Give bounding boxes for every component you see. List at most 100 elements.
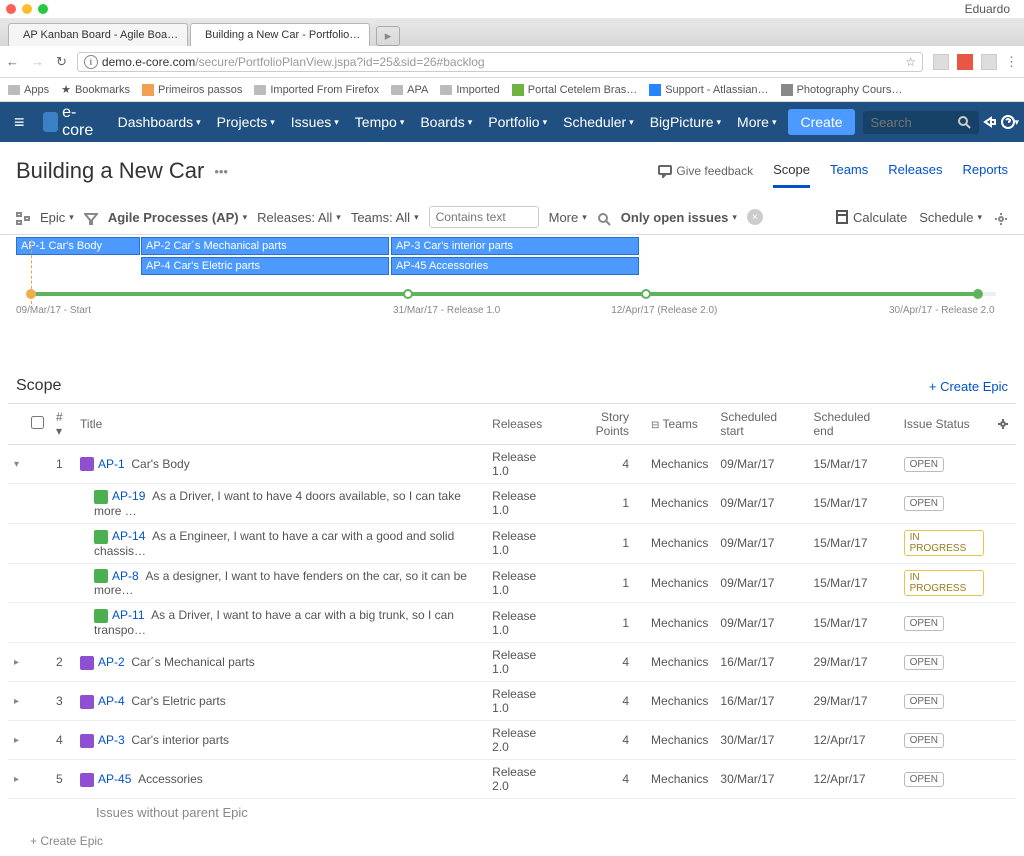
bookmark-item[interactable]: Photography Cours…	[781, 84, 903, 96]
roadmap-bar[interactable]: AP-1 Car's Body	[16, 237, 140, 255]
site-info-icon[interactable]: i	[84, 55, 98, 69]
extension-icon[interactable]	[981, 54, 997, 70]
expand-toggle[interactable]: ▸	[8, 643, 25, 682]
clear-filter-icon[interactable]: ×	[747, 209, 763, 225]
status-badge[interactable]: IN PROGRESS	[904, 570, 984, 596]
bookmark-item[interactable]: Primeiros passos	[142, 84, 242, 96]
expand-toggle[interactable]: ▾	[8, 445, 25, 484]
give-feedback-link[interactable]: Give feedback	[658, 164, 753, 178]
reload-icon[interactable]: ↻	[56, 54, 67, 70]
url-input[interactable]: i demo.e-core.com/secure/PortfolioPlanVi…	[77, 52, 923, 72]
col-scheduled-end[interactable]: Scheduled end	[808, 404, 898, 445]
nav-item[interactable]: Portfolio ▾	[480, 102, 555, 142]
table-row[interactable]: ▾ 1 AP-1 Car's Body Release 1.0 4 Mechan…	[8, 445, 1016, 484]
expand-toggle[interactable]: ▸	[8, 721, 25, 760]
expand-toggle[interactable]: ▸	[8, 760, 25, 799]
more-actions-icon[interactable]: •••	[214, 164, 228, 179]
status-badge[interactable]: OPEN	[904, 772, 944, 787]
table-row[interactable]: ▸ 5 AP-45 Accessories Release 2.0 4 Mech…	[8, 760, 1016, 799]
timeline-track[interactable]	[16, 285, 1008, 301]
create-epic-row[interactable]: + Create Epic	[0, 826, 1024, 856]
help-icon[interactable]: ▾	[1001, 110, 1020, 134]
issue-key-link[interactable]: AP-19	[112, 489, 145, 503]
browser-user[interactable]: Eduardo	[965, 2, 1018, 16]
issue-key-link[interactable]: AP-14	[112, 529, 145, 543]
issue-key-link[interactable]: AP-3	[98, 733, 125, 747]
col-status[interactable]: Issue Status	[898, 404, 990, 445]
nav-item[interactable]: BigPicture ▾	[642, 102, 729, 142]
timeline-end-marker[interactable]	[973, 289, 983, 299]
hierarchy-icon[interactable]	[16, 210, 30, 224]
star-icon[interactable]: ☆	[905, 55, 916, 69]
issue-key-link[interactable]: AP-1	[98, 457, 125, 471]
issues-without-parent[interactable]: Issues without parent Epic	[0, 799, 1024, 826]
select-all-checkbox[interactable]	[31, 416, 44, 429]
col-num[interactable]: #	[56, 410, 63, 424]
roadmap-bar[interactable]: AP-3 Car's interior parts	[391, 237, 639, 255]
project-filter[interactable]: Agile Processes (AP) ▾	[108, 210, 247, 225]
browser-tab[interactable]: Building a New Car - Portfolio… ×	[190, 23, 370, 46]
table-row[interactable]: AP-11 As a Driver, I want to have a car …	[8, 603, 1016, 643]
col-scheduled-start[interactable]: Scheduled start	[714, 404, 807, 445]
gear-icon[interactable]	[996, 417, 1010, 431]
tab-releases[interactable]: Releases	[888, 154, 942, 188]
extension-icon[interactable]	[957, 54, 973, 70]
roadmap-bar[interactable]: AP-4 Car's Eletric parts	[141, 257, 389, 275]
expand-toggle[interactable]	[8, 523, 25, 563]
timeline-marker[interactable]	[403, 289, 413, 299]
open-issues-filter[interactable]: Only open issues ▾	[621, 210, 737, 225]
status-badge[interactable]: OPEN	[904, 496, 944, 511]
brand-logo[interactable]: e-core	[35, 104, 106, 140]
minimize-window-icon[interactable]	[22, 4, 32, 14]
nav-item[interactable]: Dashboards ▾	[110, 102, 209, 142]
col-title[interactable]: Title	[74, 404, 486, 445]
issue-key-link[interactable]: AP-45	[98, 772, 131, 786]
status-badge[interactable]: OPEN	[904, 733, 944, 748]
nav-item[interactable]: Scheduler ▾	[555, 102, 642, 142]
create-button[interactable]: Create	[788, 109, 854, 135]
table-row[interactable]: ▸ 4 AP-3 Car's interior parts Release 2.…	[8, 721, 1016, 760]
bookmark-item[interactable]: Portal Cetelem Bras…	[512, 84, 637, 96]
table-row[interactable]: ▸ 3 AP-4 Car's Eletric parts Release 1.0…	[8, 682, 1016, 721]
search-icon[interactable]	[597, 210, 611, 224]
hamburger-icon[interactable]: ≡	[8, 112, 31, 133]
expand-toggle[interactable]	[8, 563, 25, 603]
nav-item[interactable]: More ▾	[729, 102, 784, 142]
nav-item[interactable]: Projects ▾	[209, 102, 283, 142]
expand-toggle[interactable]: ▸	[8, 682, 25, 721]
epic-filter[interactable]: Epic ▾	[40, 210, 74, 225]
bookmark-item[interactable]: APA	[391, 84, 428, 96]
issue-key-link[interactable]: AP-8	[112, 569, 139, 583]
issue-key-link[interactable]: AP-11	[112, 608, 144, 622]
maximize-window-icon[interactable]	[38, 4, 48, 14]
global-search[interactable]	[863, 111, 979, 134]
timeline-start-marker[interactable]	[26, 289, 36, 299]
roadmap-bar[interactable]: AP-2 Car´s Mechanical parts	[141, 237, 389, 255]
funnel-icon[interactable]	[84, 210, 98, 224]
issue-key-link[interactable]: AP-2	[98, 655, 125, 669]
status-badge[interactable]: OPEN	[904, 616, 944, 631]
releases-filter[interactable]: Releases: All ▾	[257, 210, 341, 225]
status-badge[interactable]: OPEN	[904, 655, 944, 670]
calculate-button[interactable]: Calculate	[835, 210, 907, 225]
col-story-points[interactable]: Story Points	[561, 404, 645, 445]
nav-item[interactable]: Tempo ▾	[347, 102, 413, 142]
status-badge[interactable]: OPEN	[904, 457, 944, 472]
bookmark-item[interactable]: Apps	[8, 84, 49, 96]
roadmap-bar[interactable]: AP-45 Accessories	[391, 257, 639, 275]
announce-icon[interactable]	[983, 110, 997, 134]
issue-key-link[interactable]: AP-4	[98, 694, 125, 708]
bookmark-item[interactable]: Imported	[440, 84, 499, 96]
back-icon[interactable]: ←	[6, 54, 19, 70]
bookmark-item[interactable]: Support - Atlassian…	[649, 84, 768, 96]
teams-filter[interactable]: Teams: All ▾	[351, 210, 419, 225]
col-teams[interactable]: Teams	[663, 417, 698, 431]
tab-teams[interactable]: Teams	[830, 154, 868, 188]
new-tab-button[interactable]: ▸	[376, 26, 400, 46]
expand-toggle[interactable]	[8, 484, 25, 524]
expand-toggle[interactable]	[8, 603, 25, 643]
more-filters[interactable]: More ▾	[549, 210, 587, 225]
browser-menu-icon[interactable]: ⋮	[1005, 54, 1018, 70]
gear-icon[interactable]	[994, 210, 1008, 224]
tab-scope[interactable]: Scope	[773, 154, 810, 188]
